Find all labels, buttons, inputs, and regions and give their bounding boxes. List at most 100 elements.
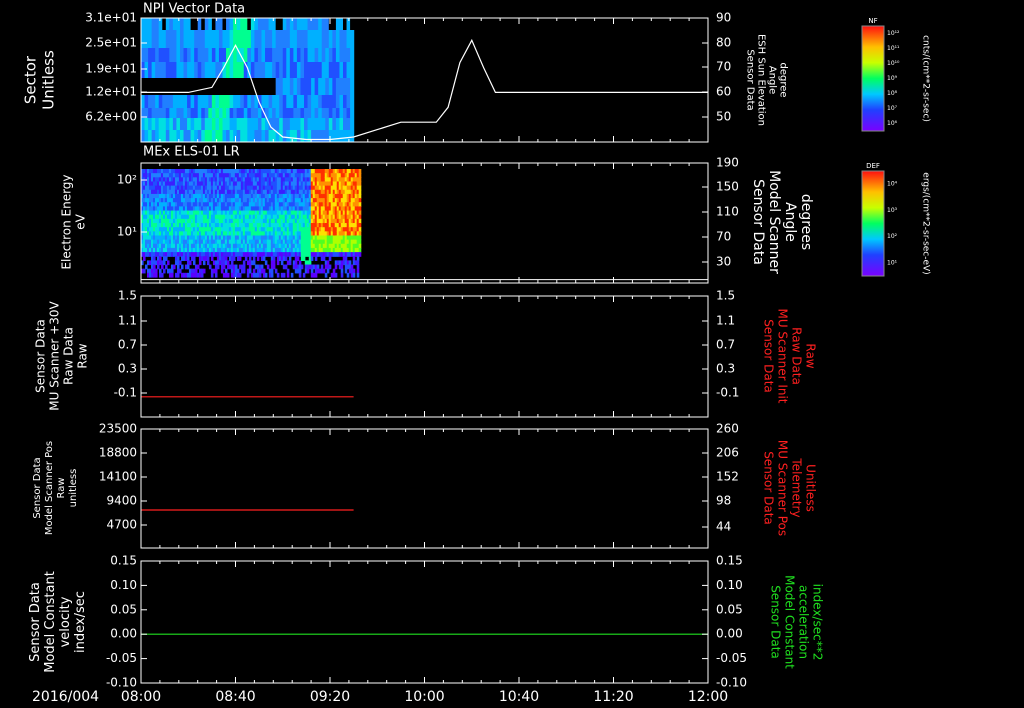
heatmap-cell bbox=[148, 18, 153, 30]
heatmap-cell bbox=[179, 118, 185, 130]
heatmap-cell bbox=[190, 62, 195, 78]
heatmap-cell bbox=[164, 256, 168, 261]
heatmap-cell bbox=[162, 95, 167, 108]
heatmap-cell bbox=[229, 108, 234, 118]
heatmap-cell bbox=[218, 48, 224, 62]
heatmap-cell bbox=[151, 30, 156, 48]
heatmap-cell bbox=[142, 256, 146, 261]
y-axis-label-left: eV bbox=[74, 213, 88, 229]
heatmap-cell bbox=[252, 256, 256, 261]
heatmap-cell bbox=[342, 108, 348, 118]
heatmap-cell bbox=[190, 108, 195, 118]
heatmap-cell bbox=[144, 118, 149, 130]
heatmap-cell bbox=[296, 78, 302, 95]
heatmap-cell bbox=[325, 108, 330, 118]
heatmap-cell bbox=[279, 62, 284, 78]
heatmap-cell bbox=[183, 48, 188, 62]
heatmap-cell bbox=[229, 118, 234, 130]
heatmap-cell bbox=[179, 30, 185, 48]
y-axis-label-right: Sensor Data bbox=[745, 49, 756, 110]
y-axis-label-left: Electron Energy bbox=[60, 174, 74, 269]
heatmap-cell bbox=[272, 264, 276, 270]
heatmap-cell bbox=[286, 48, 291, 62]
heatmap-cell bbox=[158, 130, 163, 142]
heatmap-cell bbox=[282, 78, 287, 95]
heatmap-cell bbox=[204, 118, 209, 130]
heatmap-cell bbox=[148, 62, 153, 78]
y-tick-label-left: 9400 bbox=[106, 494, 137, 508]
heatmap-cell bbox=[308, 260, 312, 266]
heatmap-cell bbox=[352, 272, 356, 278]
heatmap-cell bbox=[208, 95, 213, 108]
colorbar-def-tick: 10³ bbox=[887, 207, 898, 214]
heatmap-cell bbox=[172, 95, 178, 108]
heatmap-cell bbox=[172, 18, 178, 30]
heatmap-cell bbox=[279, 95, 284, 108]
heatmap-cell bbox=[194, 30, 199, 48]
heatmap-cell bbox=[328, 108, 333, 118]
y-axis-label-right: Sensor Data bbox=[762, 319, 776, 393]
heatmap-cell bbox=[238, 256, 242, 261]
heatmap-cell bbox=[332, 108, 337, 118]
colorbar-def-tick: 10⁴ bbox=[887, 181, 898, 188]
y-tick-label-right: 260 bbox=[716, 422, 739, 436]
heatmap-cell bbox=[187, 95, 192, 108]
heatmap-cell bbox=[197, 30, 202, 48]
heatmap-cell bbox=[332, 130, 337, 142]
heatmap-cell bbox=[332, 30, 337, 48]
heatmap-cell bbox=[169, 108, 174, 118]
heatmap-cell bbox=[224, 268, 228, 274]
heatmap-cell bbox=[238, 272, 242, 278]
heatmap-cell bbox=[356, 264, 360, 270]
heatmap-cell bbox=[265, 95, 270, 108]
heatmap-cell bbox=[179, 18, 185, 30]
heatmap-cell bbox=[186, 264, 190, 270]
heatmap-cell bbox=[279, 18, 284, 30]
heatmap-cell bbox=[155, 48, 160, 62]
heatmap-cell bbox=[141, 95, 146, 108]
heatmap-cell bbox=[158, 108, 163, 118]
colorbar-nf-label: NF bbox=[868, 17, 877, 25]
heatmap-cell bbox=[183, 108, 188, 118]
colorbar-def-label: DEF bbox=[866, 162, 880, 170]
heatmap-cell bbox=[286, 18, 291, 30]
heatmap-cell bbox=[169, 118, 174, 130]
heatmap-cell bbox=[151, 95, 156, 108]
y-tick-label-right: 30 bbox=[716, 255, 731, 269]
heatmap-cell bbox=[204, 48, 209, 62]
heatmap-cell bbox=[211, 30, 217, 48]
heatmap-cell bbox=[247, 118, 252, 130]
y-axis-label-left: Unitless bbox=[40, 50, 58, 110]
y-axis-label-right: Sensor Data bbox=[769, 585, 783, 659]
heatmap-cell bbox=[275, 18, 280, 30]
heatmap-cell bbox=[272, 18, 277, 30]
heatmap-cell bbox=[162, 108, 167, 118]
heatmap-cell bbox=[211, 118, 217, 130]
heatmap-cell bbox=[243, 30, 248, 48]
heatmap-cell bbox=[266, 264, 270, 270]
heatmap-cell bbox=[296, 95, 302, 108]
heatmap-cell bbox=[314, 18, 319, 30]
heatmap-cell bbox=[218, 78, 224, 95]
heatmap-cell bbox=[275, 30, 280, 48]
heatmap-cell bbox=[158, 18, 163, 30]
heatmap-cell bbox=[268, 95, 273, 108]
heatmap-cell bbox=[286, 62, 291, 78]
heatmap-cell bbox=[252, 268, 256, 274]
heatmap-cell bbox=[304, 118, 309, 130]
y-axis-label-right: Raw Data bbox=[790, 327, 804, 385]
heatmap-cell bbox=[332, 78, 337, 95]
colorbar-def-tick: 10² bbox=[887, 233, 898, 240]
heatmap-cell bbox=[206, 256, 210, 261]
heatmap-cell bbox=[257, 62, 263, 78]
heatmap-cell bbox=[356, 256, 360, 261]
heatmap-cell bbox=[325, 48, 330, 62]
heatmap-cell bbox=[148, 130, 153, 142]
heatmap-cell bbox=[314, 108, 319, 118]
heatmap-cell bbox=[358, 218, 362, 224]
heatmap-cell bbox=[261, 30, 266, 48]
heatmap-cell bbox=[226, 30, 231, 48]
heatmap-cell bbox=[165, 108, 170, 118]
heatmap-cell bbox=[358, 198, 362, 203]
heatmap-cell bbox=[243, 48, 248, 62]
